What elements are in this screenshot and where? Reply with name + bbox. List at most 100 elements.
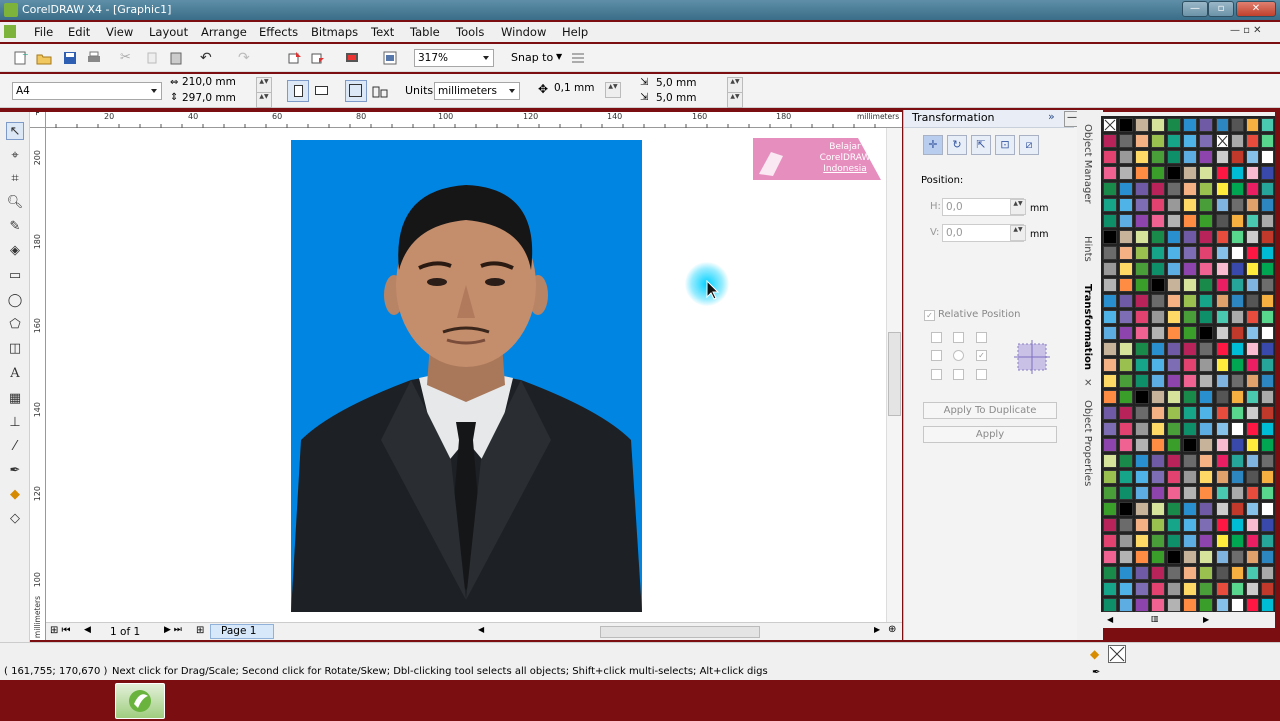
color-swatch[interactable] bbox=[1183, 486, 1197, 500]
cut-icon[interactable]: ✂ bbox=[120, 50, 136, 66]
color-swatch[interactable] bbox=[1135, 310, 1149, 324]
color-swatch[interactable] bbox=[1135, 438, 1149, 452]
color-swatch[interactable] bbox=[1135, 198, 1149, 212]
color-swatch[interactable] bbox=[1135, 486, 1149, 500]
color-swatch[interactable] bbox=[1135, 182, 1149, 196]
units-select[interactable]: millimeters bbox=[434, 82, 520, 100]
color-swatch[interactable] bbox=[1261, 438, 1274, 452]
color-swatch[interactable] bbox=[1199, 166, 1213, 180]
color-swatch[interactable] bbox=[1231, 374, 1244, 388]
color-swatch[interactable] bbox=[1261, 358, 1274, 372]
color-swatch[interactable] bbox=[1151, 598, 1165, 612]
color-swatch[interactable] bbox=[1167, 262, 1181, 276]
color-swatch[interactable] bbox=[1199, 454, 1213, 468]
color-swatch[interactable] bbox=[1183, 390, 1197, 404]
tab-close-icon[interactable]: ✕ bbox=[1084, 378, 1092, 389]
color-swatch[interactable] bbox=[1261, 118, 1274, 132]
maximize-button[interactable]: ▫ bbox=[1208, 1, 1234, 17]
color-swatch[interactable] bbox=[1261, 342, 1274, 356]
color-swatch[interactable] bbox=[1167, 422, 1181, 436]
color-swatch[interactable] bbox=[1151, 390, 1165, 404]
color-swatch[interactable] bbox=[1103, 390, 1117, 404]
color-swatch[interactable] bbox=[1151, 246, 1165, 260]
color-swatch[interactable] bbox=[1183, 582, 1197, 596]
color-swatch[interactable] bbox=[1151, 374, 1165, 388]
page-1-tab[interactable]: Page 1 bbox=[210, 624, 274, 639]
ellipse-tool-icon[interactable]: ◯ bbox=[6, 292, 24, 310]
document-icon[interactable] bbox=[4, 25, 16, 38]
color-swatch[interactable] bbox=[1261, 374, 1274, 388]
color-swatch[interactable] bbox=[1261, 502, 1274, 516]
color-swatch[interactable] bbox=[1199, 198, 1213, 212]
color-swatch[interactable] bbox=[1183, 262, 1197, 276]
color-swatch[interactable] bbox=[1151, 358, 1165, 372]
color-swatch[interactable] bbox=[1167, 182, 1181, 196]
vertical-scrollbar[interactable] bbox=[886, 128, 902, 622]
color-swatch[interactable] bbox=[1119, 598, 1133, 612]
color-swatch[interactable] bbox=[1246, 406, 1259, 420]
color-swatch[interactable] bbox=[1261, 406, 1274, 420]
next-page-icon[interactable]: ▶ ⏭ bbox=[164, 625, 182, 635]
color-swatch[interactable] bbox=[1231, 582, 1244, 596]
color-swatch[interactable] bbox=[1231, 550, 1244, 564]
color-swatch[interactable] bbox=[1167, 118, 1181, 132]
color-swatch[interactable] bbox=[1151, 150, 1165, 164]
color-swatch[interactable] bbox=[1183, 518, 1197, 532]
nudge-distance-field[interactable]: 0,1 mm bbox=[554, 82, 595, 94]
color-swatch[interactable] bbox=[1119, 438, 1133, 452]
color-swatch[interactable] bbox=[1231, 134, 1244, 148]
color-swatch[interactable] bbox=[1246, 134, 1259, 148]
skew-mode-icon[interactable]: ⧄ bbox=[1019, 135, 1039, 155]
color-swatch[interactable] bbox=[1231, 150, 1244, 164]
color-swatch[interactable] bbox=[1261, 582, 1274, 596]
color-swatch[interactable] bbox=[1216, 566, 1229, 580]
color-swatch[interactable] bbox=[1199, 214, 1213, 228]
color-swatch[interactable] bbox=[1103, 598, 1117, 612]
color-swatch[interactable] bbox=[1151, 118, 1165, 132]
polygon-tool-icon[interactable]: ⬠ bbox=[6, 316, 24, 334]
color-swatch[interactable] bbox=[1135, 262, 1149, 276]
color-swatch[interactable] bbox=[1135, 550, 1149, 564]
color-swatch[interactable] bbox=[1199, 374, 1213, 388]
color-swatch[interactable] bbox=[1151, 198, 1165, 212]
color-swatch[interactable] bbox=[1246, 598, 1259, 612]
color-swatch[interactable] bbox=[1246, 294, 1259, 308]
color-swatch[interactable] bbox=[1151, 534, 1165, 548]
all-pages-button[interactable] bbox=[345, 80, 367, 102]
color-swatch[interactable] bbox=[1231, 598, 1244, 612]
anchor-top-right[interactable] bbox=[976, 332, 987, 343]
scroll-right-icon[interactable]: ▶ bbox=[874, 625, 880, 634]
color-swatch[interactable] bbox=[1151, 182, 1165, 196]
color-swatch[interactable] bbox=[1103, 294, 1117, 308]
color-swatch[interactable] bbox=[1103, 454, 1117, 468]
color-swatch[interactable] bbox=[1119, 134, 1133, 148]
color-swatch[interactable] bbox=[1167, 374, 1181, 388]
coreldraw-app-icon[interactable] bbox=[4, 3, 18, 17]
color-swatch[interactable] bbox=[1103, 422, 1117, 436]
color-swatch[interactable] bbox=[1135, 150, 1149, 164]
color-swatch[interactable] bbox=[1246, 550, 1259, 564]
color-swatch[interactable] bbox=[1199, 342, 1213, 356]
color-swatch[interactable] bbox=[1183, 294, 1197, 308]
color-swatch[interactable] bbox=[1151, 550, 1165, 564]
color-swatch[interactable] bbox=[1135, 422, 1149, 436]
landscape-button[interactable] bbox=[313, 84, 331, 98]
color-swatch[interactable] bbox=[1167, 342, 1181, 356]
color-swatch[interactable] bbox=[1103, 374, 1117, 388]
menu-file[interactable]: File bbox=[34, 25, 53, 39]
color-swatch[interactable] bbox=[1246, 182, 1259, 196]
color-swatch[interactable] bbox=[1261, 310, 1274, 324]
color-swatch[interactable] bbox=[1183, 566, 1197, 580]
color-swatch[interactable] bbox=[1151, 262, 1165, 276]
menu-window[interactable]: Window bbox=[501, 25, 546, 39]
outline-tool-icon[interactable]: ✒ bbox=[6, 462, 24, 480]
color-swatch[interactable] bbox=[1216, 310, 1229, 324]
object-properties-tab[interactable]: Object Properties bbox=[1082, 400, 1093, 486]
table-tool-icon[interactable]: ▦ bbox=[6, 390, 24, 408]
color-swatch[interactable] bbox=[1216, 374, 1229, 388]
color-swatch[interactable] bbox=[1151, 342, 1165, 356]
color-swatch[interactable] bbox=[1199, 486, 1213, 500]
dup-y-spinner[interactable]: ▲▼ bbox=[727, 92, 743, 108]
color-swatch[interactable] bbox=[1119, 550, 1133, 564]
color-swatch[interactable] bbox=[1231, 566, 1244, 580]
